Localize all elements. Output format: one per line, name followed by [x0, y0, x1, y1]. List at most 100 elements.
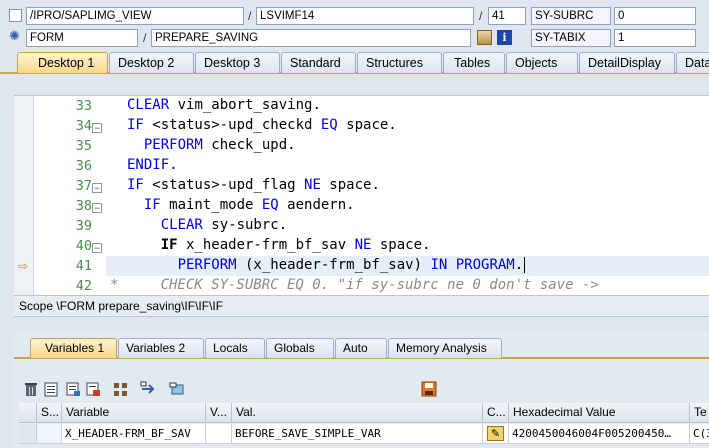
structure-icon[interactable]: [113, 381, 129, 397]
source-code-editor[interactable]: ⇨ 33 CLEAR vim_abort_saving. 34 − IF <st…: [14, 95, 709, 295]
execution-arrow-icon: ⇨: [18, 259, 29, 273]
collapse-icon[interactable]: −: [92, 203, 102, 213]
tab-desktop-3[interactable]: Desktop 3: [195, 52, 280, 73]
code-token: ENDIF.: [127, 157, 178, 173]
code-token: vim_abort_saving.: [169, 97, 321, 113]
tab-globals[interactable]: Globals: [266, 338, 334, 358]
code-token: -upd_checkd: [219, 117, 321, 133]
load-variables-icon[interactable]: [85, 381, 101, 397]
code-token: space.: [371, 237, 431, 253]
table-cell-variable[interactable]: X_HEADER-FRM_BF_SAV: [62, 424, 206, 444]
event-name-field[interactable]: PREPARE_SAVING: [151, 29, 471, 47]
code-token: NE: [304, 177, 321, 193]
code-line: IF <status>-upd_checkd EQ space.: [127, 117, 397, 133]
code-line: CLEAR vim_abort_saving.: [127, 97, 321, 113]
code-line: IF x_header-frm_bf_sav NE space.: [127, 237, 431, 253]
tab-locals[interactable]: Locals: [205, 338, 265, 358]
event-icon: ✺: [9, 28, 20, 43]
include-field[interactable]: LSVIMF14: [256, 7, 474, 25]
event-type-field[interactable]: FORM: [26, 29, 138, 47]
code-token: aendern.: [278, 197, 355, 213]
column-header-change[interactable]: C...: [483, 403, 509, 423]
delete-icon[interactable]: [23, 381, 39, 397]
code-token: IF: [127, 177, 144, 193]
line-number: 34: [75, 118, 92, 134]
scope-label: Scope \FORM prepare_saving\IF\IF\IF: [19, 299, 224, 313]
code-token: IF: [127, 237, 178, 253]
save-icon[interactable]: [421, 381, 437, 397]
column-header-hex[interactable]: Hexadecimal Value: [509, 403, 690, 423]
code-token: x_header-frm_bf_sav: [177, 237, 355, 253]
tab-desktop-2[interactable]: Desktop 2: [109, 52, 194, 73]
line-number: 40: [75, 238, 92, 254]
column-header-type[interactable]: Te: [690, 403, 709, 423]
code-token: * CHECK SY-SUBRC EQ 0. "if sy-subrc ne 0…: [110, 277, 599, 293]
code-token: maint_mode: [160, 197, 262, 213]
code-token: NE: [354, 237, 372, 253]
line-number: 39: [75, 218, 92, 234]
code-token: PERFORM: [127, 257, 237, 273]
table-cell-s: [37, 424, 62, 444]
separator: /: [248, 9, 252, 23]
line-number: 33: [75, 98, 92, 114]
display-icon[interactable]: [477, 30, 492, 45]
save-variables-icon[interactable]: [65, 381, 81, 397]
line-number: 36: [75, 158, 92, 174]
delete-all-icon[interactable]: [43, 381, 59, 397]
info-icon[interactable]: i: [497, 30, 512, 45]
table-cell-type: C(3: [690, 424, 709, 444]
code-token: <status>: [143, 117, 220, 133]
line-number: 35: [75, 138, 92, 154]
code-token: space.: [320, 177, 380, 193]
row-selector-header: [19, 403, 37, 423]
code-token: space.: [337, 117, 397, 133]
collapse-icon[interactable]: −: [92, 183, 102, 193]
collapse-icon[interactable]: −: [92, 123, 102, 133]
tab-tables[interactable]: Tables: [443, 52, 505, 73]
table-cell-change[interactable]: ✎: [483, 424, 509, 444]
line-number: 37: [75, 178, 92, 194]
line-number: 38: [75, 198, 92, 214]
tab-structures[interactable]: Structures: [357, 52, 442, 73]
table-cell-value[interactable]: BEFORE_SAVE_SIMPLE_VAR: [232, 424, 483, 444]
column-header-value[interactable]: Val.: [232, 403, 483, 423]
collapse-icon[interactable]: −: [92, 243, 102, 253]
program-field[interactable]: /IPRO/SAPLIMG_VIEW: [26, 7, 244, 25]
column-header-variable[interactable]: Variable: [62, 403, 206, 423]
code-line: ENDIF.: [127, 157, 178, 173]
subrc-value[interactable]: 0: [614, 7, 696, 25]
tab-desktop-1[interactable]: Desktop 1: [17, 52, 108, 73]
column-header-s[interactable]: S...: [37, 403, 62, 423]
text-cursor: [524, 257, 526, 273]
pencil-icon[interactable]: ✎: [487, 426, 504, 441]
tab-variables-2[interactable]: Variables 2: [118, 338, 204, 358]
subrc-label: SY-SUBRC: [531, 7, 611, 25]
code-token: EQ: [261, 197, 279, 213]
tabix-label: SY-TABIX: [531, 29, 611, 47]
column-header-v[interactable]: V...: [206, 403, 232, 423]
code-token: .: [514, 257, 524, 273]
tab-memory-analysis[interactable]: Memory Analysis: [388, 338, 502, 358]
table-cell-hex[interactable]: 4200450046004F005200450…: [509, 424, 690, 444]
code-token: CLEAR: [127, 97, 170, 113]
code-line: IF <status>-upd_flag NE space.: [127, 177, 380, 193]
tab-standard[interactable]: Standard: [281, 52, 356, 73]
tab-objects[interactable]: Objects: [506, 52, 578, 73]
code-token: EQ: [320, 117, 338, 133]
tab-data[interactable]: Data: [676, 52, 709, 73]
line-number: 42: [75, 278, 92, 294]
tab-auto[interactable]: Auto: [335, 338, 387, 358]
code-token: PERFORM: [127, 137, 203, 153]
navigate-icon[interactable]: [140, 381, 156, 397]
tab-variables-1[interactable]: Variables 1: [30, 338, 117, 358]
code-line: CLEAR sy-subrc.: [127, 217, 287, 233]
tabix-value[interactable]: 1: [614, 29, 696, 47]
separator: /: [143, 31, 147, 45]
line-field[interactable]: 41: [488, 7, 526, 25]
code-line: PERFORM (x_header-frm_bf_sav) IN PROGRAM…: [127, 257, 526, 273]
object-icon[interactable]: [169, 381, 185, 397]
tab-detail-display[interactable]: DetailDisplay: [579, 52, 675, 73]
code-token: IF: [127, 117, 144, 133]
row-selector[interactable]: [19, 424, 37, 444]
code-line: PERFORM check_upd.: [127, 137, 296, 153]
